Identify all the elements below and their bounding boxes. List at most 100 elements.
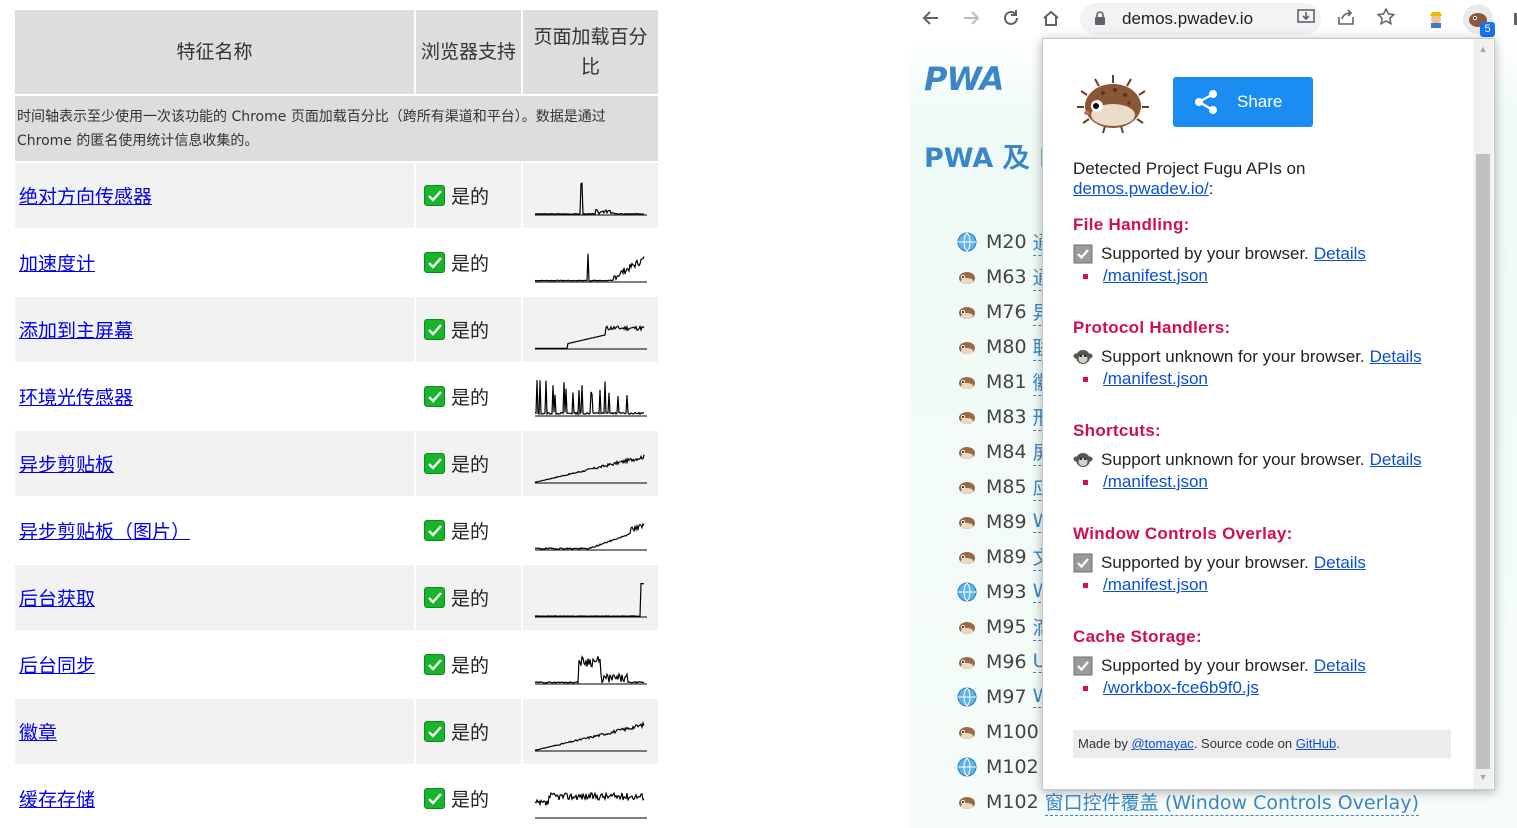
share-page-icon[interactable] <box>1336 7 1356 27</box>
pwa-logo[interactable]: PWA <box>924 60 1004 98</box>
api-status-text: Support unknown for your browser. <box>1101 347 1365 366</box>
feature-name-cell: 异步剪贴板 <box>13 429 416 498</box>
back-icon[interactable] <box>920 8 942 30</box>
popup-scrollbar[interactable]: ▲ ▼ <box>1473 39 1493 789</box>
feature-link[interactable]: 异步剪贴板 <box>15 454 114 476</box>
api-file-item: /manifest.json <box>1073 574 1453 596</box>
scroll-down-icon[interactable]: ▼ <box>1473 769 1493 785</box>
bookmark-star-icon[interactable] <box>1376 7 1396 27</box>
worker-extension-icon[interactable] <box>1426 8 1446 28</box>
usage-sparkline-cell <box>521 630 658 699</box>
api-status-text: Supported by your browser. <box>1101 553 1309 572</box>
api-status-text: Supported by your browser. <box>1101 244 1309 263</box>
usage-sparkline-cell <box>521 697 658 766</box>
support-cell: 是的 <box>414 697 523 766</box>
milestone-version: M93 <box>986 580 1027 603</box>
globe-icon <box>957 757 977 777</box>
share-button[interactable]: Share <box>1173 77 1313 127</box>
github-link[interactable]: GitHub <box>1296 736 1336 751</box>
feature-table: 特征名称 浏览器支持 页面加载百分比 时间轴表示至少使用一次该功能的 Chrom… <box>13 8 658 828</box>
api-section: Window Controls Overlay: Supported by you… <box>1073 524 1453 596</box>
author-link[interactable]: @tomayac <box>1131 736 1193 751</box>
milestone-version: M81 <box>986 370 1027 393</box>
pufferfish-icon <box>957 547 977 567</box>
feature-link[interactable]: 环境光传感器 <box>15 387 133 409</box>
milestone-version: M80 <box>986 335 1027 358</box>
green-check-icon <box>424 319 445 340</box>
install-app-icon[interactable] <box>1296 7 1316 27</box>
support-cell: 是的 <box>414 362 523 431</box>
feature-link[interactable]: 后台获取 <box>15 588 95 610</box>
sparkline-line <box>534 253 645 282</box>
puzzle-icon[interactable] <box>1507 9 1517 31</box>
pufferfish-icon <box>957 617 977 637</box>
pufferfish-icon <box>957 407 977 427</box>
scroll-thumb[interactable] <box>1476 154 1490 769</box>
usage-sparkline-cell <box>521 161 658 230</box>
support-cell: 是的 <box>414 563 523 632</box>
milestone-version: M20 <box>986 230 1027 253</box>
api-title: File Handling: <box>1073 215 1190 234</box>
header-browser-support: 浏览器支持 <box>414 8 523 96</box>
support-text: 是的 <box>451 454 490 476</box>
table-row: 缓存存储 是的 <box>13 764 658 828</box>
usage-sparkline <box>534 181 647 215</box>
usage-sparkline-cell <box>521 563 658 632</box>
usage-sparkline <box>534 454 647 483</box>
feature-link[interactable]: 异步剪贴板（图片） <box>15 521 190 543</box>
feature-link[interactable]: 后台同步 <box>15 655 95 677</box>
pufferfish-icon <box>957 792 977 812</box>
reload-icon[interactable] <box>1000 8 1022 30</box>
scroll-up-icon[interactable]: ▲ <box>1473 41 1493 57</box>
home-icon[interactable] <box>1040 8 1062 30</box>
url-text[interactable]: demos.pwadev.io <box>1122 9 1253 29</box>
support-cell: 是的 <box>414 429 523 498</box>
details-link[interactable]: Details <box>1370 347 1422 367</box>
feature-link[interactable]: 缓存存储 <box>15 789 95 811</box>
milestone-version: M83 <box>986 405 1027 428</box>
sparkline-line <box>534 324 644 349</box>
source-file-link[interactable]: /manifest.json <box>1103 369 1208 389</box>
support-text: 是的 <box>451 722 490 744</box>
milestone-link[interactable]: 窗口控件覆盖 (Window Controls Overlay) <box>1044 788 1419 816</box>
source-file-link[interactable]: /manifest.json <box>1103 472 1208 492</box>
table-row: 添加到主屏幕 是的 <box>13 295 658 364</box>
api-title: Protocol Handlers: <box>1073 318 1231 337</box>
feature-link[interactable]: 加速度计 <box>15 253 95 275</box>
pufferfish-icon <box>957 477 977 497</box>
feature-name-cell: 后台同步 <box>13 630 416 699</box>
details-link[interactable]: Details <box>1314 553 1366 573</box>
milestone-version: M89 <box>986 510 1027 533</box>
api-section: File Handling: Supported by your browser.… <box>1073 215 1453 287</box>
checkbox-icon <box>1073 656 1093 676</box>
page-heading: PWA 及 F <box>924 143 1058 174</box>
details-link[interactable]: Details <box>1314 656 1366 676</box>
milestone-version: M63 <box>986 265 1027 288</box>
feature-link[interactable]: 徽章 <box>15 722 57 744</box>
address-bar[interactable]: demos.pwadev.io <box>1080 3 1321 35</box>
milestone-version: M96 <box>986 650 1027 673</box>
sparkline-line <box>534 582 644 617</box>
details-link[interactable]: Details <box>1314 244 1366 264</box>
lock-icon[interactable] <box>1094 11 1106 30</box>
feature-link[interactable]: 添加到主屏幕 <box>15 320 133 342</box>
source-file-link[interactable]: /workbox-fce6b9f0.js <box>1103 678 1259 698</box>
usage-sparkline <box>534 522 647 550</box>
sparkline-line <box>534 654 644 684</box>
details-link[interactable]: Details <box>1370 450 1422 470</box>
forward-icon[interactable] <box>960 8 982 30</box>
milestone-version: M76 <box>986 300 1027 323</box>
green-check-icon <box>424 453 445 474</box>
detected-site-link[interactable]: demos.pwadev.io/ <box>1073 179 1209 198</box>
api-status: Support unknown for your browser. Details <box>1073 449 1453 471</box>
share-button-label: Share <box>1237 92 1283 111</box>
bullet-icon <box>1083 273 1088 279</box>
green-check-icon <box>424 185 445 206</box>
source-file-link[interactable]: /manifest.json <box>1103 575 1208 595</box>
milestone-version: M84 <box>986 440 1027 463</box>
milestone-version: M85 <box>986 475 1027 498</box>
feature-link[interactable]: 绝对方向传感器 <box>15 186 152 208</box>
source-file-link[interactable]: /manifest.json <box>1103 266 1208 286</box>
sparkline-line <box>534 379 644 416</box>
table-row: 后台获取 是的 <box>13 563 658 632</box>
